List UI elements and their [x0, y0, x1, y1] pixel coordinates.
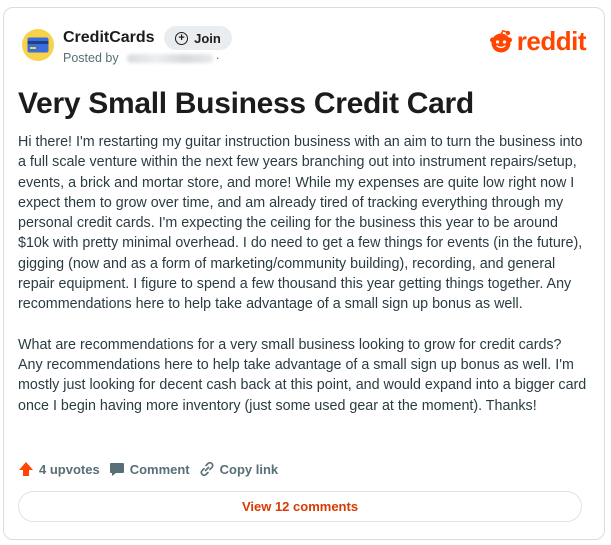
body-paragraph: What are recommendations for a very smal…	[18, 336, 587, 414]
upvote-count: 4 upvotes	[39, 461, 100, 477]
body-paragraph: Hi there! I'm restarting my guitar instr…	[18, 134, 583, 313]
credit-card-icon	[27, 37, 49, 53]
arrow-up-icon	[19, 462, 33, 476]
meta-separator: ·	[215, 51, 220, 65]
community-name[interactable]: CreditCards	[63, 29, 155, 47]
community-avatar[interactable]	[22, 29, 54, 61]
posted-by-label: Posted by	[63, 51, 119, 65]
post-header: CreditCards + Join Posted by · reddit	[22, 25, 587, 69]
post-title[interactable]: Very Small Business Credit Card	[18, 87, 474, 121]
author-name-redacted[interactable]	[126, 53, 213, 63]
post-meta: Posted by ·	[63, 51, 220, 65]
reddit-snoo-icon	[489, 29, 512, 53]
post-body: Hi there! I'm restarting my guitar instr…	[18, 132, 588, 436]
reddit-logo[interactable]: reddit	[488, 25, 587, 57]
speech-bubble-icon	[109, 463, 124, 476]
upvote-button[interactable]: 4 upvotes	[18, 461, 100, 477]
view-comments-button[interactable]: View 12 comments	[18, 491, 582, 522]
reddit-wordmark: reddit	[516, 25, 587, 56]
post-actions: 4 upvotes Comment Copy link	[18, 459, 287, 479]
copy-link-button[interactable]: Copy link	[199, 461, 279, 477]
link-icon	[200, 461, 214, 477]
comment-button[interactable]: Comment	[109, 461, 190, 477]
comment-label: Comment	[129, 461, 190, 477]
join-label: Join	[194, 30, 221, 46]
plus-circle-icon: +	[175, 31, 189, 45]
join-button[interactable]: + Join	[164, 26, 232, 50]
copy-link-label: Copy link	[219, 461, 279, 477]
